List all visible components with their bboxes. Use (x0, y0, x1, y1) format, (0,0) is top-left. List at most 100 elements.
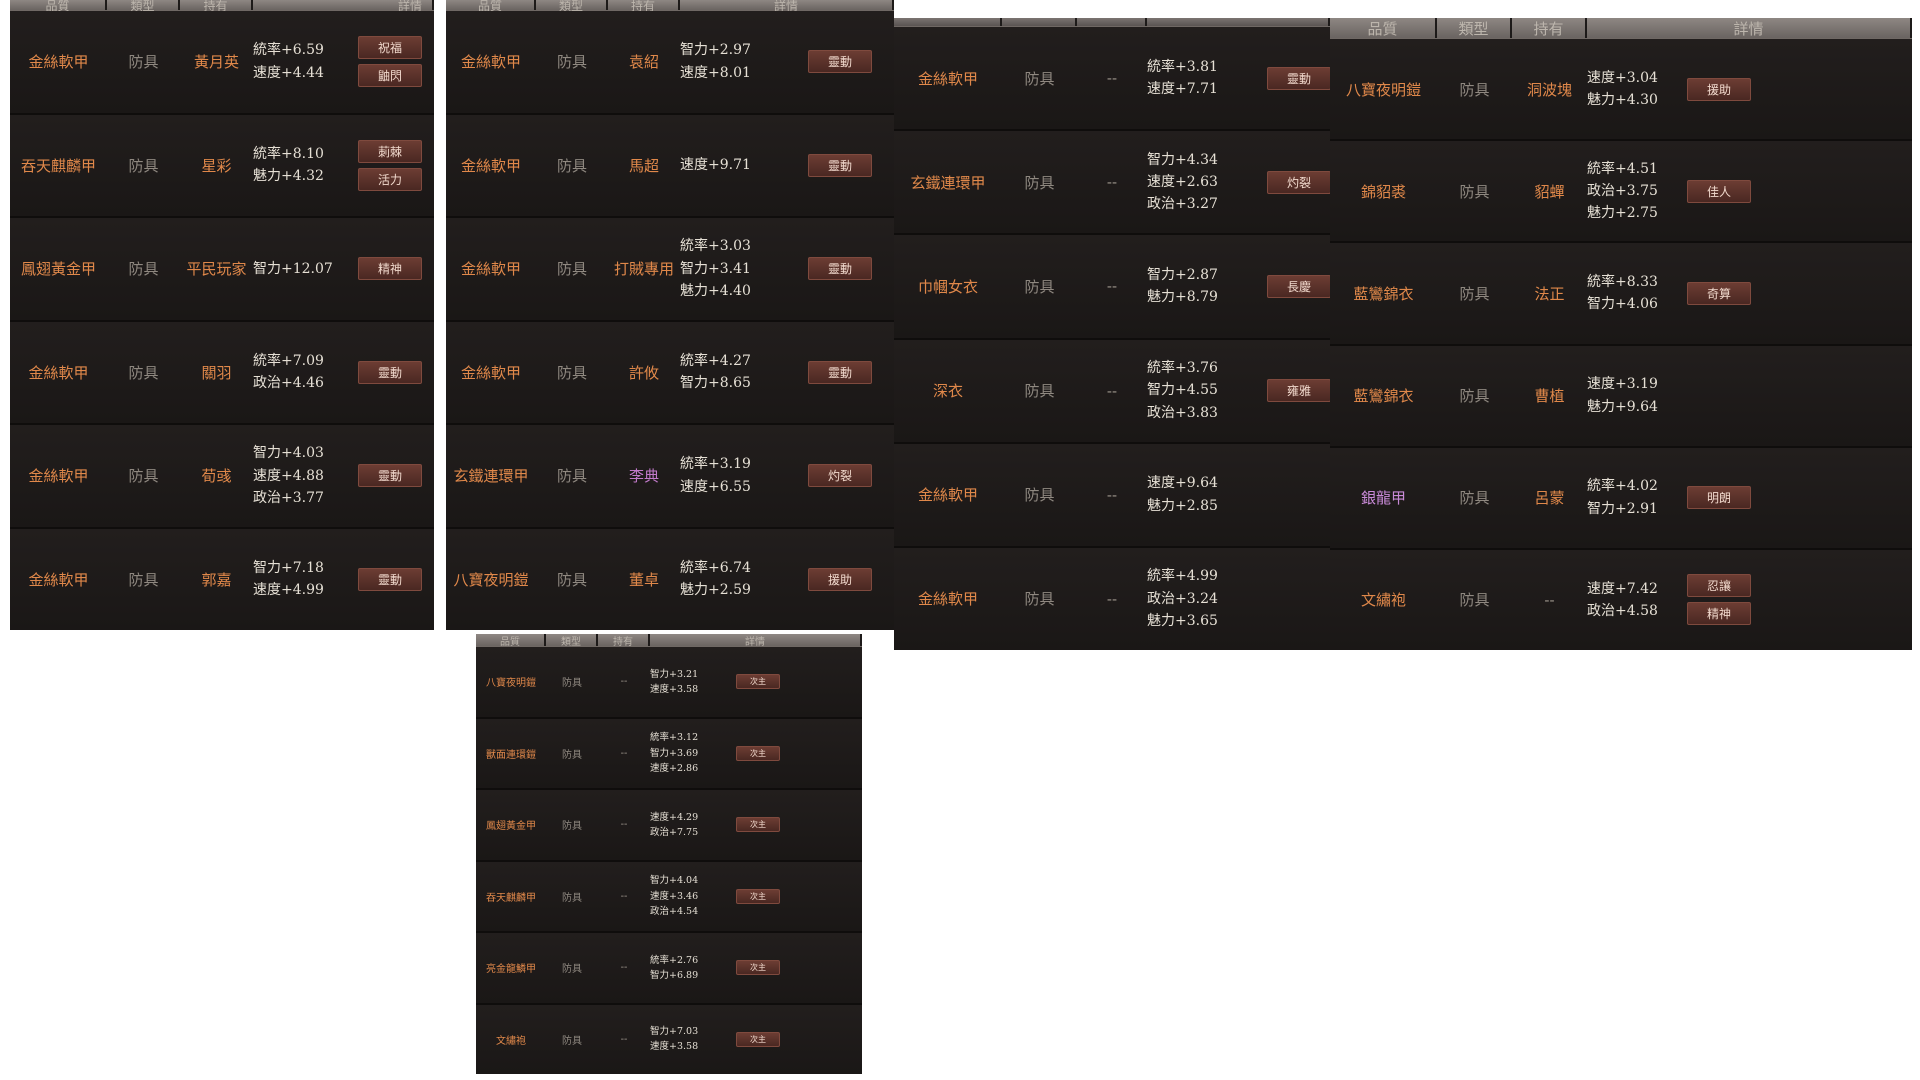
header-holder[interactable]: 持有 (608, 0, 680, 13)
item-name[interactable]: 文繡袍 (1330, 589, 1437, 610)
skill-tag[interactable]: 靈動 (808, 257, 872, 281)
table-row[interactable]: 金絲軟甲 防具 郭嘉 智力+7.18 速度+4.99 靈動 (10, 528, 434, 630)
header-quality[interactable]: 品質 (446, 0, 536, 13)
table-row[interactable]: 金絲軟甲 防具 馬超 速度+9.71 靈動 (446, 114, 894, 218)
header-type[interactable]: 類型 (546, 634, 598, 648)
skill-tag[interactable]: 活力 (358, 167, 422, 191)
table-row[interactable]: 金絲軟甲 防具 關羽 統率+7.09 政治+4.46 靈動 (10, 321, 434, 425)
skill-tag[interactable]: 莿棘 (358, 139, 422, 163)
table-row[interactable]: 金絲軟甲 防具 黃月英 統率+6.59 速度+4.44 祝福 鼬閃 (10, 11, 434, 115)
table-row[interactable]: 玄鐵連環甲 防具 -- 智力+4.34 速度+2.63 政治+3.27 灼裂 (894, 131, 1330, 236)
item-name[interactable]: 金絲軟甲 (894, 484, 1002, 505)
header-details[interactable]: 詳情 (1587, 18, 1912, 38)
item-name[interactable]: 金絲軟甲 (446, 362, 536, 383)
item-name[interactable]: 亮金龍鱗甲 (476, 960, 546, 975)
header-type[interactable]: 類型 (1437, 18, 1512, 38)
item-name[interactable]: 金絲軟甲 (10, 569, 107, 590)
table-row[interactable]: 金絲軟甲 防具 袁紹 智力+2.97 速度+8.01 靈動 (446, 11, 894, 115)
table-row[interactable]: 八寶夜明鎧 防具 洞波塊 速度+3.04 魅力+4.30 援助 (1330, 39, 1912, 142)
skill-tag[interactable]: 次主 (736, 817, 780, 833)
item-name[interactable]: 金絲軟甲 (10, 51, 107, 72)
skill-tag[interactable]: 奇算 (1687, 281, 1751, 305)
table-row[interactable]: 八寶夜明鎧 防具 董卓 統率+6.74 魅力+2.59 援助 (446, 528, 894, 630)
item-name[interactable]: 文繡袍 (476, 1032, 546, 1047)
item-name[interactable]: 金絲軟甲 (446, 155, 536, 176)
header-quality[interactable]: 品質 (10, 0, 107, 13)
item-name[interactable]: 玄鐵連環甲 (446, 465, 536, 486)
skill-tag[interactable]: 援助 (1687, 77, 1751, 101)
skill-tag[interactable]: 鼬閃 (358, 64, 422, 88)
item-name[interactable]: 吞天麒麟甲 (476, 889, 546, 904)
item-name[interactable]: 藍鸞錦衣 (1330, 385, 1437, 406)
header-details[interactable]: 詳情 (253, 0, 434, 13)
header-type[interactable]: 類型 (1002, 18, 1077, 26)
table-row[interactable]: 金絲軟甲 防具 -- 統率+3.81 速度+7.71 靈動 (894, 27, 1330, 132)
item-name[interactable]: 鳳翅黃金甲 (476, 817, 546, 832)
header-holder[interactable]: 持有 (180, 0, 253, 13)
table-row[interactable]: 玄鐵連環甲 防具 李典 統率+3.19 速度+6.55 灼裂 (446, 425, 894, 529)
skill-tag[interactable]: 祝福 (358, 36, 422, 60)
skill-tag[interactable]: 長慶 (1267, 274, 1330, 298)
table-row[interactable]: 吞天麒麟甲 防具 -- 智力+4.04 速度+3.46 政治+4.54 次主 (476, 861, 862, 933)
table-row[interactable]: 鳳翅黃金甲 防具 平民玩家 智力+12.07 精神 (10, 218, 434, 322)
header-quality[interactable]: 品質 (1330, 18, 1437, 38)
item-name[interactable]: 深衣 (894, 380, 1002, 401)
skill-tag[interactable]: 靈動 (358, 567, 422, 591)
skill-tag[interactable]: 靈動 (1267, 66, 1330, 90)
header-type[interactable]: 類型 (536, 0, 608, 13)
item-name[interactable]: 吞天麒麟甲 (10, 155, 107, 176)
skill-tag[interactable]: 精神 (358, 257, 422, 281)
table-row[interactable]: 深衣 防具 -- 統率+3.76 智力+4.55 政治+3.83 雍雅 (894, 339, 1330, 444)
skill-tag[interactable]: 精神 (1687, 602, 1751, 626)
skill-tag[interactable]: 次主 (736, 674, 780, 690)
item-name[interactable]: 巾幗女衣 (894, 276, 1002, 297)
table-row[interactable]: 金絲軟甲 防具 荀彧 智力+4.03 速度+4.88 政治+3.77 靈動 (10, 425, 434, 529)
skill-tag[interactable]: 佳人 (1687, 179, 1751, 203)
table-row[interactable]: 錦貂裘 防具 貂蟬 統率+4.51 政治+3.75 魅力+2.75 佳人 (1330, 141, 1912, 244)
table-row[interactable]: 八寶夜明鎧 防具 -- 智力+3.21 速度+3.58 次主 (476, 647, 862, 719)
table-row[interactable]: 銀龍甲 防具 呂蒙 統率+4.02 智力+2.91 明朗 (1330, 447, 1912, 550)
header-quality[interactable]: 品質 (894, 18, 1002, 26)
item-name[interactable]: 藍鸞錦衣 (1330, 283, 1437, 304)
table-row[interactable]: 金絲軟甲 防具 -- 統率+4.99 政治+3.24 魅力+3.65 (894, 547, 1330, 650)
header-holder[interactable]: 持有 (1512, 18, 1587, 38)
item-name[interactable]: 金絲軟甲 (894, 68, 1002, 89)
item-name[interactable]: 金絲軟甲 (894, 588, 1002, 609)
item-name[interactable]: 八寶夜明鎧 (476, 674, 546, 689)
header-details[interactable]: 詳情 (650, 634, 862, 648)
header-quality[interactable]: 品質 (476, 634, 546, 648)
skill-tag[interactable]: 靈動 (358, 464, 422, 488)
header-details[interactable]: 詳情 (680, 0, 894, 13)
header-details[interactable]: 詳情 (1147, 18, 1330, 26)
item-name[interactable]: 鳳翅黃金甲 (10, 258, 107, 279)
header-type[interactable]: 類型 (107, 0, 180, 13)
item-name[interactable]: 八寶夜明鎧 (1330, 79, 1437, 100)
table-row[interactable]: 亮金龍鱗甲 防具 -- 統率+2.76 智力+6.89 次主 (476, 933, 862, 1005)
skill-tag[interactable]: 忍讓 (1687, 574, 1751, 598)
item-name[interactable]: 金絲軟甲 (10, 362, 107, 383)
item-name[interactable]: 金絲軟甲 (446, 258, 536, 279)
item-name[interactable]: 八寶夜明鎧 (446, 569, 536, 590)
skill-tag[interactable]: 靈動 (358, 360, 422, 384)
table-row[interactable]: 藍鸞錦衣 防具 法正 統率+8.33 智力+4.06 奇算 (1330, 243, 1912, 346)
table-row[interactable]: 金絲軟甲 防具 許攸 統率+4.27 智力+8.65 靈動 (446, 321, 894, 425)
skill-tag[interactable]: 靈動 (808, 360, 872, 384)
skill-tag[interactable]: 靈動 (808, 153, 872, 177)
table-row[interactable]: 文繡袍 防具 -- 智力+7.03 速度+3.58 次主 (476, 1004, 862, 1074)
skill-tag[interactable]: 次主 (736, 960, 780, 976)
skill-tag[interactable]: 雍雅 (1267, 379, 1330, 403)
skill-tag[interactable]: 援助 (808, 567, 872, 591)
header-holder[interactable]: 持有 (598, 634, 650, 648)
item-name[interactable]: 金絲軟甲 (10, 465, 107, 486)
item-name[interactable]: 錦貂裘 (1330, 181, 1437, 202)
table-row[interactable]: 金絲軟甲 防具 打賊專用 統率+3.03 智力+3.41 魅力+4.40 靈動 (446, 218, 894, 322)
skill-tag[interactable]: 灼裂 (808, 464, 872, 488)
table-row[interactable]: 藍鸞錦衣 防具 曹植 速度+3.19 魅力+9.64 (1330, 345, 1912, 448)
skill-tag[interactable]: 次主 (736, 1031, 780, 1047)
table-row[interactable]: 獸面連環鎧 防具 -- 統率+3.12 智力+3.69 速度+2.86 次主 (476, 718, 862, 790)
skill-tag[interactable]: 明朗 (1687, 486, 1751, 510)
skill-tag[interactable]: 次主 (736, 745, 780, 761)
item-name[interactable]: 銀龍甲 (1330, 487, 1437, 508)
table-row[interactable]: 金絲軟甲 防具 -- 速度+9.64 魅力+2.85 (894, 443, 1330, 548)
table-row[interactable]: 吞天麒麟甲 防具 星彩 統率+8.10 魅力+4.32 莿棘 活力 (10, 114, 434, 218)
